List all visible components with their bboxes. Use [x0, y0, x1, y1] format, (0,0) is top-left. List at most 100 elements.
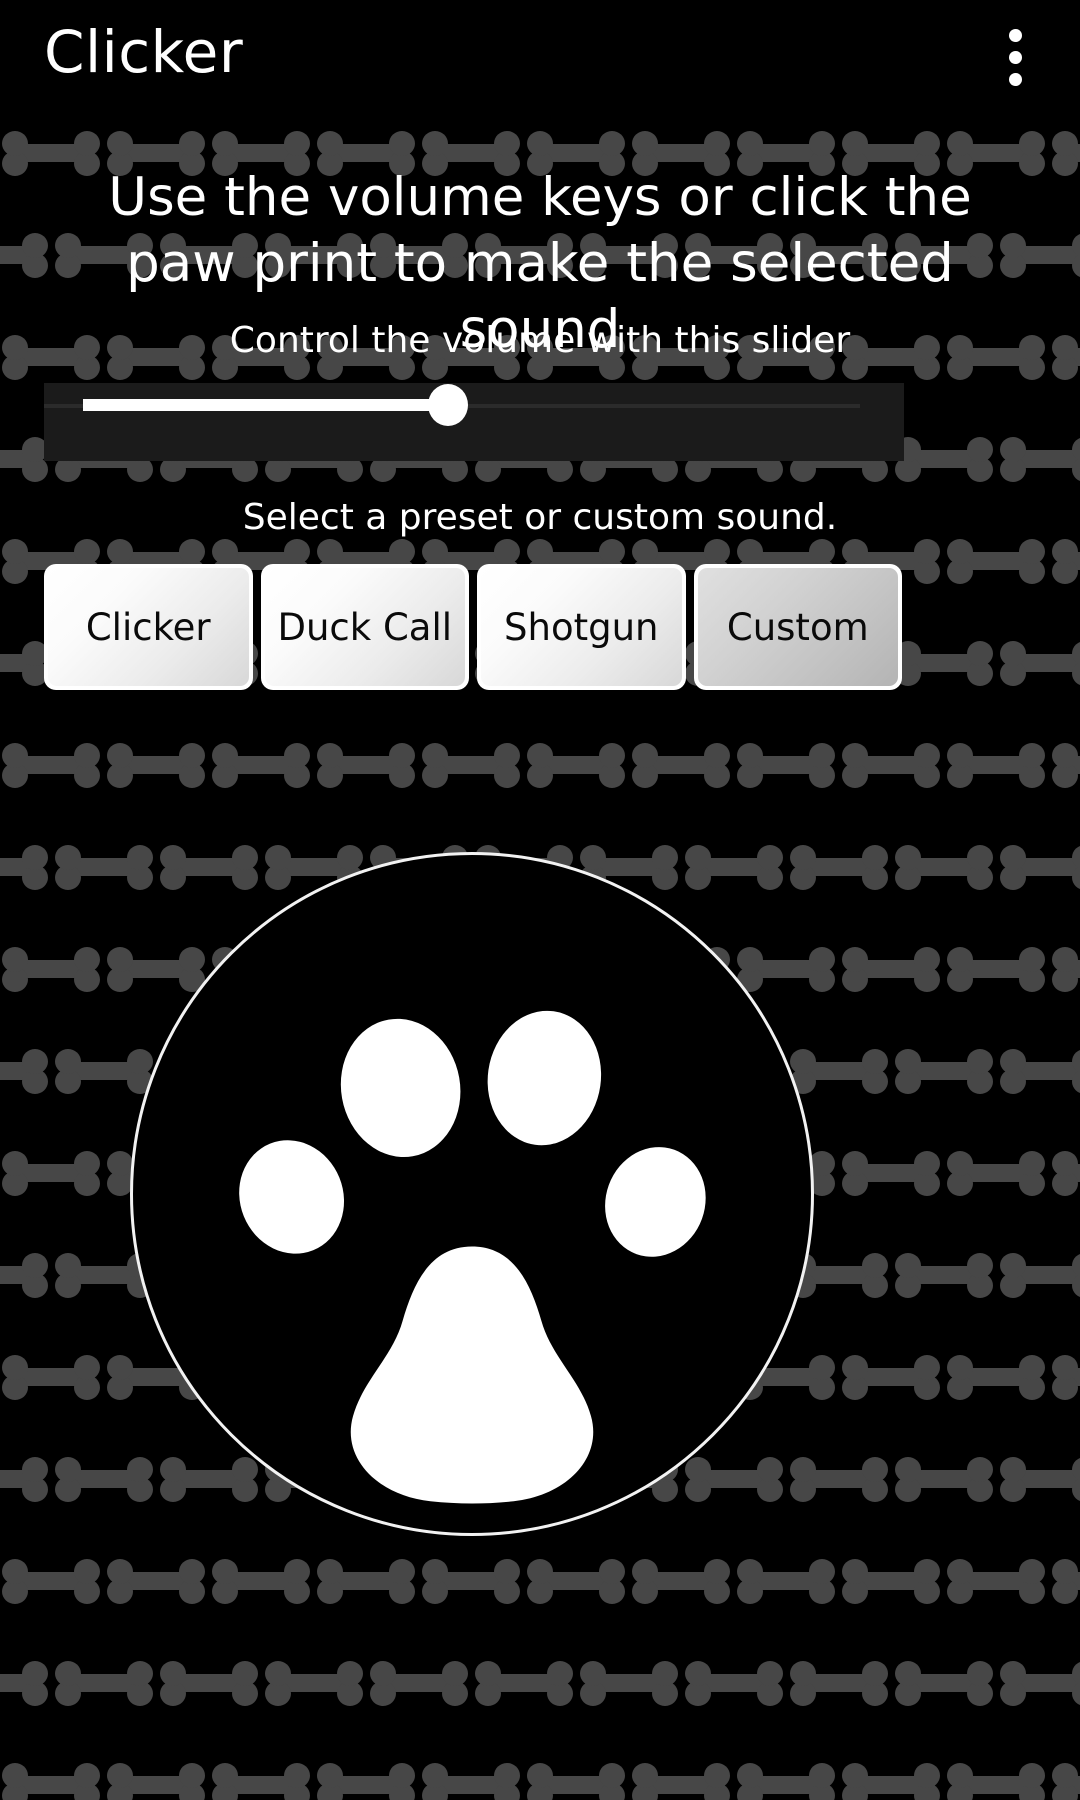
volume-slider-container[interactable] [44, 383, 904, 461]
bone-icon [630, 1558, 735, 1604]
button-face: Clicker [48, 568, 249, 686]
preset-button-custom[interactable]: Custom [693, 564, 902, 690]
clicker-app-screen: Clicker Use the volume keys or click the… [0, 0, 1080, 1800]
bone-lobe [107, 1763, 133, 1788]
bone-lobe [895, 1253, 921, 1278]
bone-lobe [1052, 1559, 1078, 1584]
bone-icon [998, 640, 1080, 686]
bone-icon [840, 742, 945, 788]
bone-lobe [1052, 1763, 1078, 1788]
bone-lobe [317, 539, 343, 564]
bone-icon [945, 946, 1050, 992]
bone-icon [630, 742, 735, 788]
bone-icon [1050, 1762, 1080, 1800]
bone-lobe [422, 743, 448, 768]
preset-button-clicker[interactable]: Clicker [44, 564, 253, 690]
bone-lobe [107, 947, 133, 972]
bone-pattern-row [0, 1558, 1080, 1604]
bone-icon [315, 1762, 420, 1800]
bone-icon [998, 436, 1080, 482]
bone-icon [210, 742, 315, 788]
bone-lobe [212, 1763, 238, 1788]
bone-icon [840, 1558, 945, 1604]
bone-icon [0, 1456, 53, 1502]
bone-lobe [947, 1151, 973, 1176]
bone-icon [735, 742, 840, 788]
bone-icon [945, 1150, 1050, 1196]
page-title: Clicker [44, 18, 244, 86]
bone-lobe [55, 1661, 81, 1686]
bone-icon [473, 1660, 578, 1706]
bone-icon [840, 946, 945, 992]
bone-lobe [422, 1559, 448, 1584]
bone-lobe [317, 743, 343, 768]
bone-lobe [317, 1763, 343, 1788]
bone-lobe [107, 131, 133, 156]
bone-lobe [947, 1559, 973, 1584]
bone-lobe [632, 743, 658, 768]
preset-caption: Select a preset or custom sound. [242, 497, 838, 538]
bone-lobe [895, 1457, 921, 1482]
button-face: Shotgun [481, 568, 682, 686]
bone-lobe [947, 947, 973, 972]
bone-icon [0, 1660, 53, 1706]
app-bar: Clicker [0, 0, 1080, 130]
bone-icon [893, 1660, 998, 1706]
preset-button-label: Clicker [85, 605, 211, 649]
bone-lobe [1052, 743, 1078, 768]
bone-icon [420, 1558, 525, 1604]
preset-button-shotgun[interactable]: Shotgun [477, 564, 686, 690]
bone-lobe [895, 1049, 921, 1074]
bone-lobe [1052, 1355, 1078, 1380]
bone-lobe [2, 1151, 28, 1176]
bone-icon [53, 1660, 158, 1706]
bone-icon [0, 1048, 53, 1094]
bone-lobe [2, 1355, 28, 1380]
bone-lobe [422, 539, 448, 564]
menu-dot [1008, 28, 1022, 42]
bone-icon [210, 1558, 315, 1604]
bone-lobe [212, 743, 238, 768]
bone-lobe [2, 743, 28, 768]
bone-icon [1050, 538, 1080, 584]
bone-icon [105, 742, 210, 788]
bone-lobe [947, 131, 973, 156]
bone-lobe [422, 131, 448, 156]
bone-icon [0, 844, 53, 890]
bone-lobe [895, 1661, 921, 1686]
preset-button-label: Shotgun [504, 605, 659, 649]
bone-lobe [790, 1661, 816, 1686]
bone-icon [525, 1558, 630, 1604]
bone-icon [420, 742, 525, 788]
bone-lobe [527, 131, 553, 156]
more-vertical-icon[interactable] [980, 14, 1050, 100]
bone-icon [893, 640, 998, 686]
bone-lobe [160, 1661, 186, 1686]
bone-lobe [737, 539, 763, 564]
bone-icon [158, 1660, 263, 1706]
bone-icon [945, 742, 1050, 788]
volume-slider-thumb[interactable] [427, 384, 468, 426]
bone-lobe [842, 1559, 868, 1584]
bone-icon [315, 1558, 420, 1604]
bone-icon [945, 1558, 1050, 1604]
bone-icon [105, 1558, 210, 1604]
bone-icon [368, 1660, 473, 1706]
bone-icon [315, 742, 420, 788]
bone-lobe [685, 1661, 711, 1686]
bone-lobe [1052, 947, 1078, 972]
preset-button-duck-call[interactable]: Duck Call [260, 564, 469, 690]
bone-lobe [1000, 437, 1026, 462]
bone-lobe [527, 1559, 553, 1584]
bone-icon [420, 1762, 525, 1800]
volume-slider-fill [83, 399, 448, 411]
button-face: Custom [697, 568, 898, 686]
bone-icon [683, 1660, 788, 1706]
paw-print-button[interactable] [130, 852, 814, 1536]
bone-icon [735, 1762, 840, 1800]
bone-icon [630, 1762, 735, 1800]
bone-lobe [842, 1355, 868, 1380]
bone-icon [945, 538, 1050, 584]
bone-pattern-row [0, 742, 1080, 788]
bone-lobe [947, 743, 973, 768]
